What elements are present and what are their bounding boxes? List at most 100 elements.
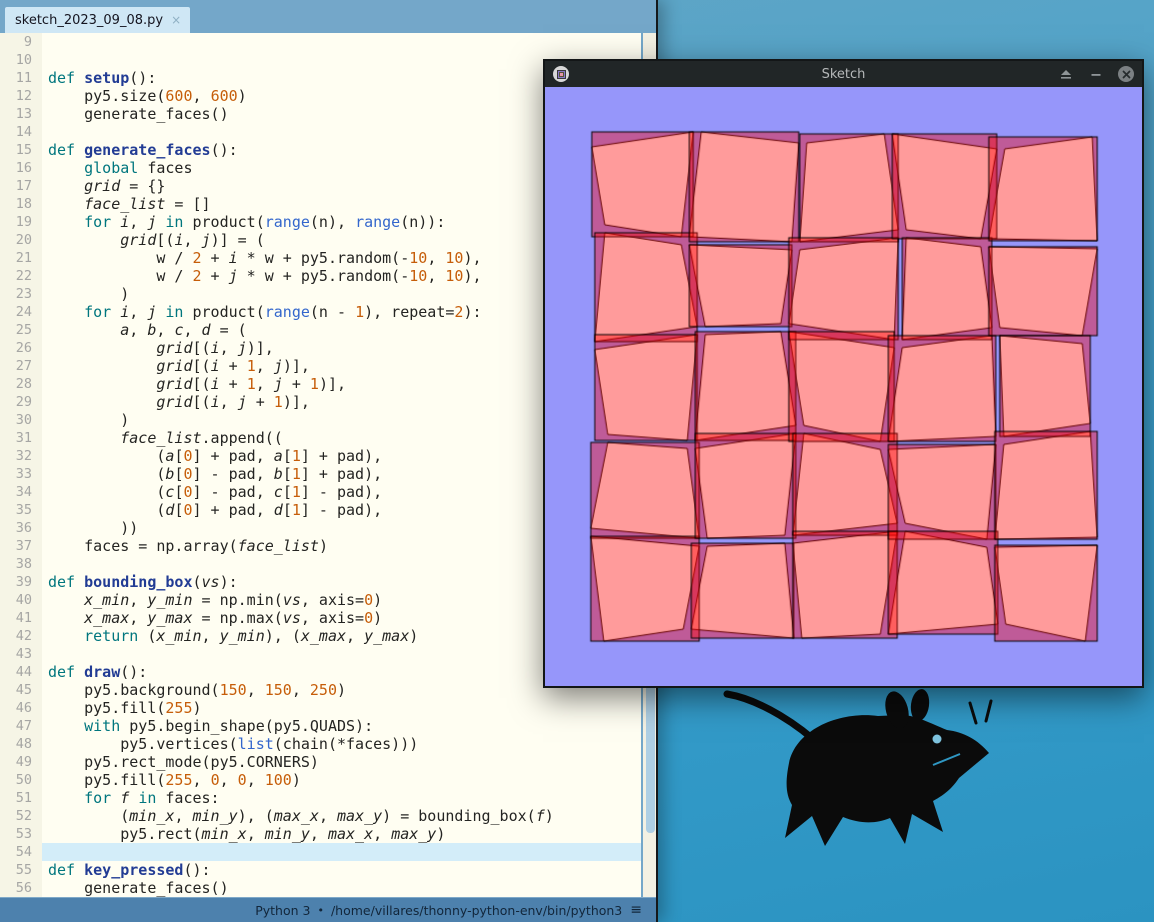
code-text: return (x_min, y_min), (x_max, y_max) — [84, 627, 419, 645]
editor-tab-bar: sketch_2023_09_08.py × — [0, 0, 656, 33]
line-number: 54 — [15, 844, 32, 860]
code-text: face_list.append(( — [120, 429, 283, 447]
code-text: x_min, y_min = np.min(vs, axis=0) — [84, 591, 383, 609]
status-bar: Python 3 • /home/villares/thonny-python-… — [0, 897, 656, 922]
line-number: 20 — [15, 232, 32, 248]
code-text: def key_pressed(): — [48, 861, 211, 879]
line-number: 49 — [15, 754, 32, 770]
editor-tab[interactable]: sketch_2023_09_08.py × — [5, 7, 191, 33]
code-text: py5.rect_mode(py5.CORNERS) — [48, 753, 319, 771]
code-text: generate_faces() — [48, 879, 229, 897]
code-line: 50 py5.fill(255, 0, 0, 100) — [0, 771, 641, 789]
line-number: 29 — [15, 394, 32, 410]
minimize-button[interactable] — [1088, 66, 1104, 82]
minimize-icon — [1091, 73, 1101, 76]
line-number: 37 — [15, 538, 32, 554]
code-line: 51 for f in faces: — [0, 789, 641, 807]
status-separator: • — [317, 903, 324, 917]
code-text: py5.rect(min_x, min_y, max_x, max_y) — [48, 825, 446, 843]
code-line: 53 py5.rect(min_x, min_y, max_x, max_y) — [0, 825, 641, 843]
code-text: grid[(i, j)], — [156, 339, 274, 357]
line-number: 31 — [15, 430, 32, 446]
code-text: faces = np.array(face_list) — [48, 537, 328, 555]
line-number: 30 — [15, 412, 32, 428]
line-number: 41 — [15, 610, 32, 626]
line-number: 40 — [15, 592, 32, 608]
line-number: 18 — [15, 196, 32, 212]
code-line: 47 with py5.begin_shape(py5.QUADS): — [0, 717, 641, 735]
mouse-eye — [932, 734, 942, 744]
line-number: 13 — [15, 106, 32, 122]
line-number: 50 — [15, 772, 32, 788]
code-text: for i, j in product(range(n - 1), repeat… — [84, 303, 482, 321]
code-text: w / 2 + j * w + py5.random(-10, 10), — [48, 267, 482, 285]
code-line: 54 — [0, 843, 641, 861]
code-line: 48 py5.vertices(list(chain(*faces))) — [0, 735, 641, 753]
line-number: 39 — [15, 574, 32, 590]
code-text: py5.vertices(list(chain(*faces))) — [48, 735, 419, 753]
sketch-titlebar[interactable]: Sketch — [545, 61, 1142, 87]
tab-title: sketch_2023_09_08.py — [15, 12, 164, 28]
code-text: ) — [48, 411, 130, 429]
shade-icon — [1061, 69, 1071, 79]
line-number: 25 — [15, 322, 32, 338]
code-line: 56 generate_faces() — [0, 879, 641, 897]
code-text: py5.size(600, 600) — [48, 87, 247, 105]
code-text: face_list = [] — [84, 195, 211, 213]
mouse-whiskers — [968, 699, 993, 725]
line-number: 48 — [15, 736, 32, 752]
line-number: 51 — [15, 790, 32, 806]
close-icon — [1122, 70, 1130, 78]
line-number: 36 — [15, 520, 32, 536]
code-text: grid[(i, j)] = ( — [120, 231, 265, 249]
status-interpreter: Python 3 — [255, 902, 311, 918]
code-text: generate_faces() — [48, 105, 229, 123]
line-number: 12 — [15, 88, 32, 104]
code-text: def bounding_box(vs): — [48, 573, 238, 591]
line-number: 52 — [15, 808, 32, 824]
line-number: 11 — [15, 70, 32, 86]
status-menu-icon[interactable]: ≡ — [630, 902, 642, 918]
line-number: 21 — [15, 250, 32, 266]
line-number: 26 — [15, 340, 32, 356]
mouse-body — [785, 715, 989, 846]
code-text: ) — [48, 285, 130, 303]
line-number: 53 — [15, 826, 32, 842]
tab-close-icon[interactable]: × — [171, 14, 181, 26]
line-number: 45 — [15, 682, 32, 698]
line-number: 14 — [15, 124, 32, 140]
xfce-mouse-logo — [723, 689, 993, 846]
code-text: global faces — [84, 159, 193, 177]
line-number: 24 — [15, 304, 32, 320]
code-line: 49 py5.rect_mode(py5.CORNERS) — [0, 753, 641, 771]
code-text: w / 2 + i * w + py5.random(-10, 10), — [48, 249, 482, 267]
code-text: py5.background(150, 150, 250) — [48, 681, 347, 699]
code-line: 9 — [0, 33, 641, 51]
code-line: 46 py5.fill(255) — [0, 699, 641, 717]
line-number: 23 — [15, 286, 32, 302]
sketch-app-icon[interactable] — [553, 66, 569, 82]
line-number: 47 — [15, 718, 32, 734]
line-number: 17 — [15, 178, 32, 194]
sketch-canvas[interactable] — [545, 87, 1142, 686]
sketch-window: Sketch — [543, 59, 1144, 688]
code-text: (d[0] + pad, d[1] - pad), — [48, 501, 383, 519]
shade-button[interactable] — [1058, 66, 1074, 82]
code-text: (a[0] + pad, a[1] + pad), — [48, 447, 383, 465]
line-number: 19 — [15, 214, 32, 230]
line-number: 10 — [15, 52, 32, 68]
status-interpreter-path: /home/villares/thonny-python-env/bin/pyt… — [330, 902, 623, 918]
line-number: 9 — [23, 34, 32, 50]
close-button[interactable] — [1118, 66, 1134, 82]
code-text: (c[0] - pad, c[1] - pad), — [48, 483, 383, 501]
code-text: for f in faces: — [84, 789, 220, 807]
line-number: 46 — [15, 700, 32, 716]
code-text: grid[(i + 1, j + 1)], — [156, 375, 347, 393]
code-text: grid[(i + 1, j)], — [156, 357, 310, 375]
